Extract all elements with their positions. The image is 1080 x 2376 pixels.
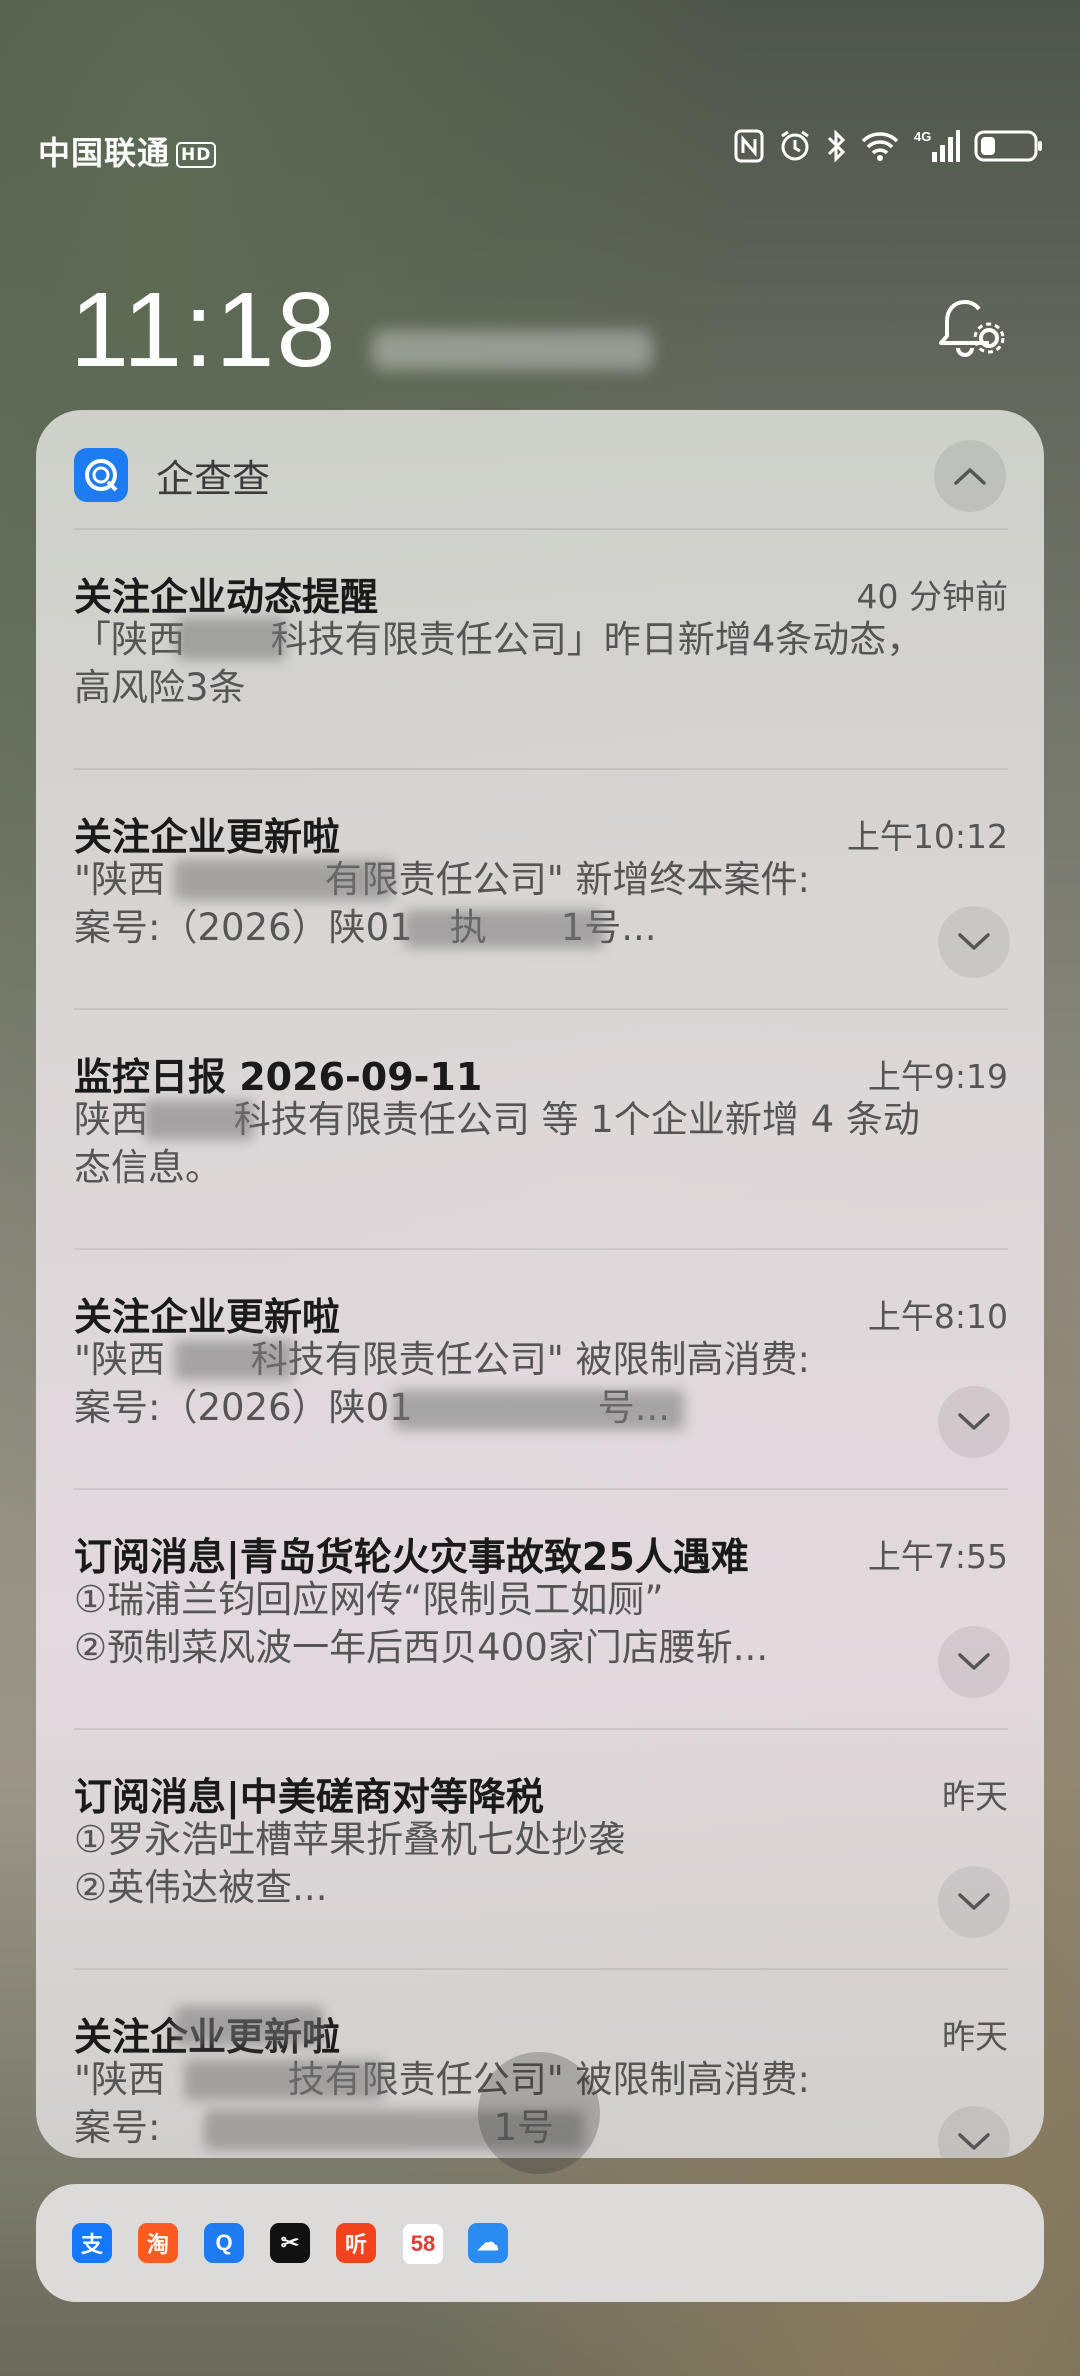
chevron-up-icon <box>954 468 986 485</box>
svg-text:4G: 4G <box>914 129 931 144</box>
redaction-blur <box>174 2006 324 2046</box>
wifi-icon <box>861 132 899 161</box>
hd-badge: HD <box>176 142 217 168</box>
notification-time: 上午8:10 <box>867 1297 1008 1336</box>
redaction-blur <box>176 618 286 660</box>
chevron-down-icon <box>958 1413 990 1430</box>
notification-body: ①罗永浩吐槽苹果折叠机七处抄袭 ②英伟达被查... <box>74 1818 626 1909</box>
notification-time: 上午10:12 <box>846 817 1008 856</box>
notification-title: 订阅消息|中美磋商对等降税 <box>74 1775 544 1819</box>
notification-item[interactable]: 关注企业更新啦 上午10:12 "陕西 有限责任公司" 新增终本案件: 案号:（… <box>74 768 1010 1010</box>
redaction-blur <box>394 1390 684 1430</box>
expand-button[interactable] <box>938 1626 1010 1698</box>
notification-time: 40 分钟前 <box>856 577 1008 616</box>
qichacha-app-icon <box>74 448 128 502</box>
notification-item[interactable]: 关注企业更新啦 上午8:10 "陕西 科技有限责任公司" 被限制高消费: 案号:… <box>74 1248 1010 1490</box>
expand-button[interactable] <box>938 2106 1010 2158</box>
redaction-blur <box>174 1340 294 1380</box>
notification-title: 关注企业动态提醒 <box>74 575 379 619</box>
status-bar: 中国联通 HD 4G <box>0 120 1080 180</box>
notification-item[interactable]: 订阅消息|中美磋商对等降税 昨天 ①罗永浩吐槽苹果折叠机七处抄袭 ②英伟达被查.… <box>74 1728 1010 1970</box>
redaction-blur <box>184 2060 384 2100</box>
notification-item[interactable]: 订阅消息|青岛货轮火灾事故致25人遇难 上午7:55 ①瑞浦兰钧回应网传“限制员… <box>74 1488 1010 1730</box>
chevron-down-icon <box>958 2133 990 2150</box>
expand-button[interactable] <box>938 906 1010 978</box>
status-icons: 4G <box>734 124 1044 168</box>
unlock-indicator[interactable] <box>478 2052 600 2174</box>
nfc-icon <box>734 129 764 163</box>
notification-title: 关注企业更新啦 <box>74 815 341 859</box>
carrier-name: 中国联通 <box>38 134 171 172</box>
carrier-label: 中国联通 HD <box>38 128 217 174</box>
ximalaya-icon[interactable]: 听 <box>336 2223 376 2263</box>
notification-item[interactable]: 监控日报 2026-09-11 上午9:19 陕西 科技有限责任公司 等 1个企… <box>74 1008 1008 1250</box>
capcut-icon[interactable]: ✂ <box>270 2223 310 2263</box>
bell-gear-icon <box>939 300 1005 357</box>
chevron-down-icon <box>958 1653 990 1670</box>
notification-group-header[interactable]: 企查查 <box>36 410 1044 528</box>
bluetooth-icon <box>827 129 846 163</box>
chevron-down-icon <box>958 933 990 950</box>
notification-body: ①瑞浦兰钧回应网传“限制员工如厕” ②预制菜风波一年后西贝400家门店腰斩... <box>74 1578 769 1669</box>
notification-title: 监控日报 2026-09-11 <box>74 1055 483 1099</box>
notification-item[interactable]: 关注企业动态提醒 40 分钟前 「陕西 科技有限责任公司」昨日新增4条动态， 高… <box>74 528 1008 770</box>
battery-icon <box>974 130 1042 162</box>
notification-time: 昨天 <box>942 1777 1008 1816</box>
notification-time: 上午7:55 <box>867 1537 1008 1576</box>
notification-title: 订阅消息|青岛货轮火灾事故致25人遇难 <box>74 1535 749 1579</box>
expand-button[interactable] <box>938 1866 1010 1938</box>
redaction-blur <box>174 860 394 900</box>
58-icon[interactable]: 58 <box>402 2223 444 2265</box>
alarm-icon <box>781 130 809 161</box>
weather-icon[interactable]: ☁ <box>468 2223 508 2263</box>
taobao-icon[interactable]: 淘 <box>138 2223 178 2263</box>
lockscreen-clock: 11:18 <box>70 271 338 389</box>
notification-title: 关注企业更新啦 <box>74 1295 341 1339</box>
notification-group-card[interactable]: 企查查 关注企业动态提醒 40 分钟前 「陕西 科技有限责任公司」昨日新增4条动… <box>36 410 1044 2158</box>
chevron-down-icon <box>958 1893 990 1910</box>
alipay-icon[interactable]: 支 <box>72 2223 112 2263</box>
expand-button[interactable] <box>938 1386 1010 1458</box>
qichacha-icon[interactable]: Q <box>204 2223 244 2263</box>
notification-app-dock: 支 淘 Q ✂ 听 58 ☁ <box>36 2184 1044 2302</box>
notification-time: 昨天 <box>942 2017 1008 2056</box>
app-name: 企查查 <box>156 457 271 501</box>
redaction-blur <box>144 1100 254 1140</box>
notification-settings-button[interactable] <box>932 292 1006 366</box>
signal-icon: 4G <box>914 129 960 162</box>
redaction-blur <box>404 910 604 948</box>
redacted-date <box>372 330 652 370</box>
notification-time: 上午9:19 <box>867 1057 1008 1096</box>
collapse-button[interactable] <box>934 440 1006 512</box>
